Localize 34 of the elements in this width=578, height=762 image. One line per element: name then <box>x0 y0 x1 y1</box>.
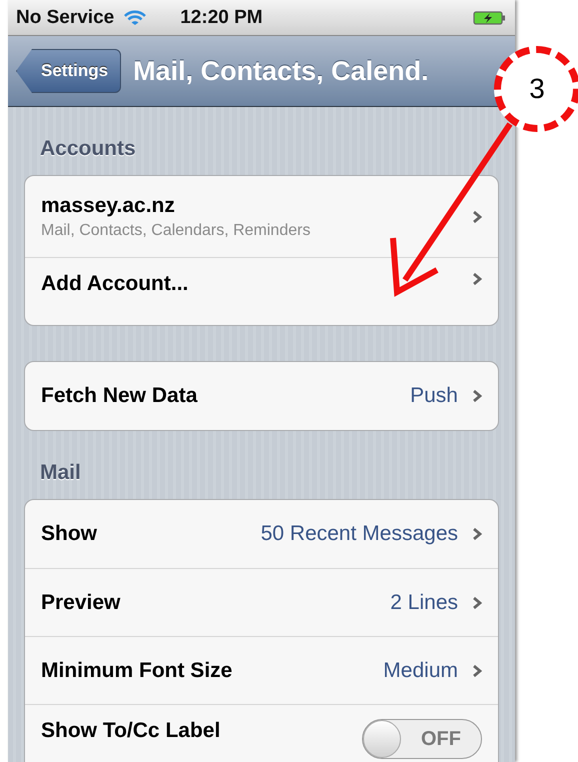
chevron-icon <box>472 389 482 403</box>
row-label: Add Account... <box>41 272 190 296</box>
row-label: Minimum Font Size <box>41 658 234 682</box>
row-label: Show To/Cc Label <box>41 719 222 743</box>
row-label: Preview <box>41 590 122 614</box>
settings-row[interactable]: Preview 2 Lines <box>25 568 498 636</box>
settings-row[interactable]: massey.ac.nz Mail, Contacts, Calendars, Reminders <box>25 176 498 257</box>
step-number-callout: 3 <box>494 46 578 132</box>
toggle-switch[interactable]: OFF <box>362 719 482 759</box>
row-label: Show <box>41 522 98 546</box>
carrier-text: No Service <box>16 6 114 28</box>
section-header: Mail <box>39 460 82 486</box>
screen-title: Mail, Contacts, Calend. <box>133 56 429 86</box>
battery-charging-icon <box>473 10 507 26</box>
back-button[interactable]: Settings <box>16 49 122 93</box>
row-label: Fetch New Data <box>41 384 198 408</box>
clock-text: 12:20 PM <box>180 6 263 28</box>
row-label: massey.ac.nz <box>41 194 176 218</box>
settings-row[interactable]: Add Account... <box>25 257 498 325</box>
wifi-icon <box>124 10 146 26</box>
chevron-icon <box>472 527 482 541</box>
settings-row[interactable]: Show 50 Recent Messages <box>25 500 498 568</box>
chevron-icon <box>472 664 482 678</box>
row-value: Medium <box>383 658 458 682</box>
settings-row[interactable]: Fetch New Data Push <box>25 362 498 430</box>
row-value: 2 Lines <box>390 590 458 614</box>
settings-row[interactable]: Minimum Font Size Medium <box>25 636 498 704</box>
chevron-icon <box>472 272 482 286</box>
chevron-icon <box>472 210 482 224</box>
row-value: Push <box>410 384 458 408</box>
section-header: Accounts <box>39 136 137 162</box>
chevron-icon <box>472 596 482 610</box>
row-subtitle: Mail, Contacts, Calendars, Reminders <box>41 222 312 240</box>
row-value: 50 Recent Messages <box>260 522 458 546</box>
